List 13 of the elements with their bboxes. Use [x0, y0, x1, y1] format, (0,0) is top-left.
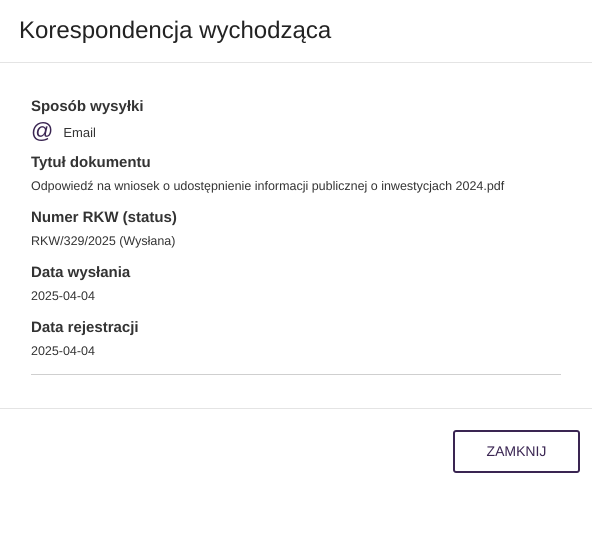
- field-value: RKW/329/2025 (Wysłana): [31, 233, 176, 250]
- dialog-title: Korespondencja wychodząca: [19, 16, 332, 46]
- field-label: Data rejestracji: [31, 318, 140, 338]
- close-button[interactable]: ZAMKNIJ: [453, 430, 580, 473]
- field-label: Data wysłania: [31, 263, 132, 283]
- field-value: Odpowiedź na wniosek o udostępnienie informacji publicznej o inwestycjach 2024.pdf: [31, 178, 506, 195]
- field-value: 2025-04-04: [31, 343, 96, 360]
- at-sign-icon: @: [31, 119, 54, 143]
- field-value: 2025-04-04: [31, 288, 96, 305]
- field-value: Email: [63, 124, 96, 142]
- field-label: Sposób wysyłki: [31, 97, 145, 117]
- field-label: Numer RKW (status): [31, 208, 178, 228]
- field-label: Tytuł dokumentu: [31, 153, 152, 173]
